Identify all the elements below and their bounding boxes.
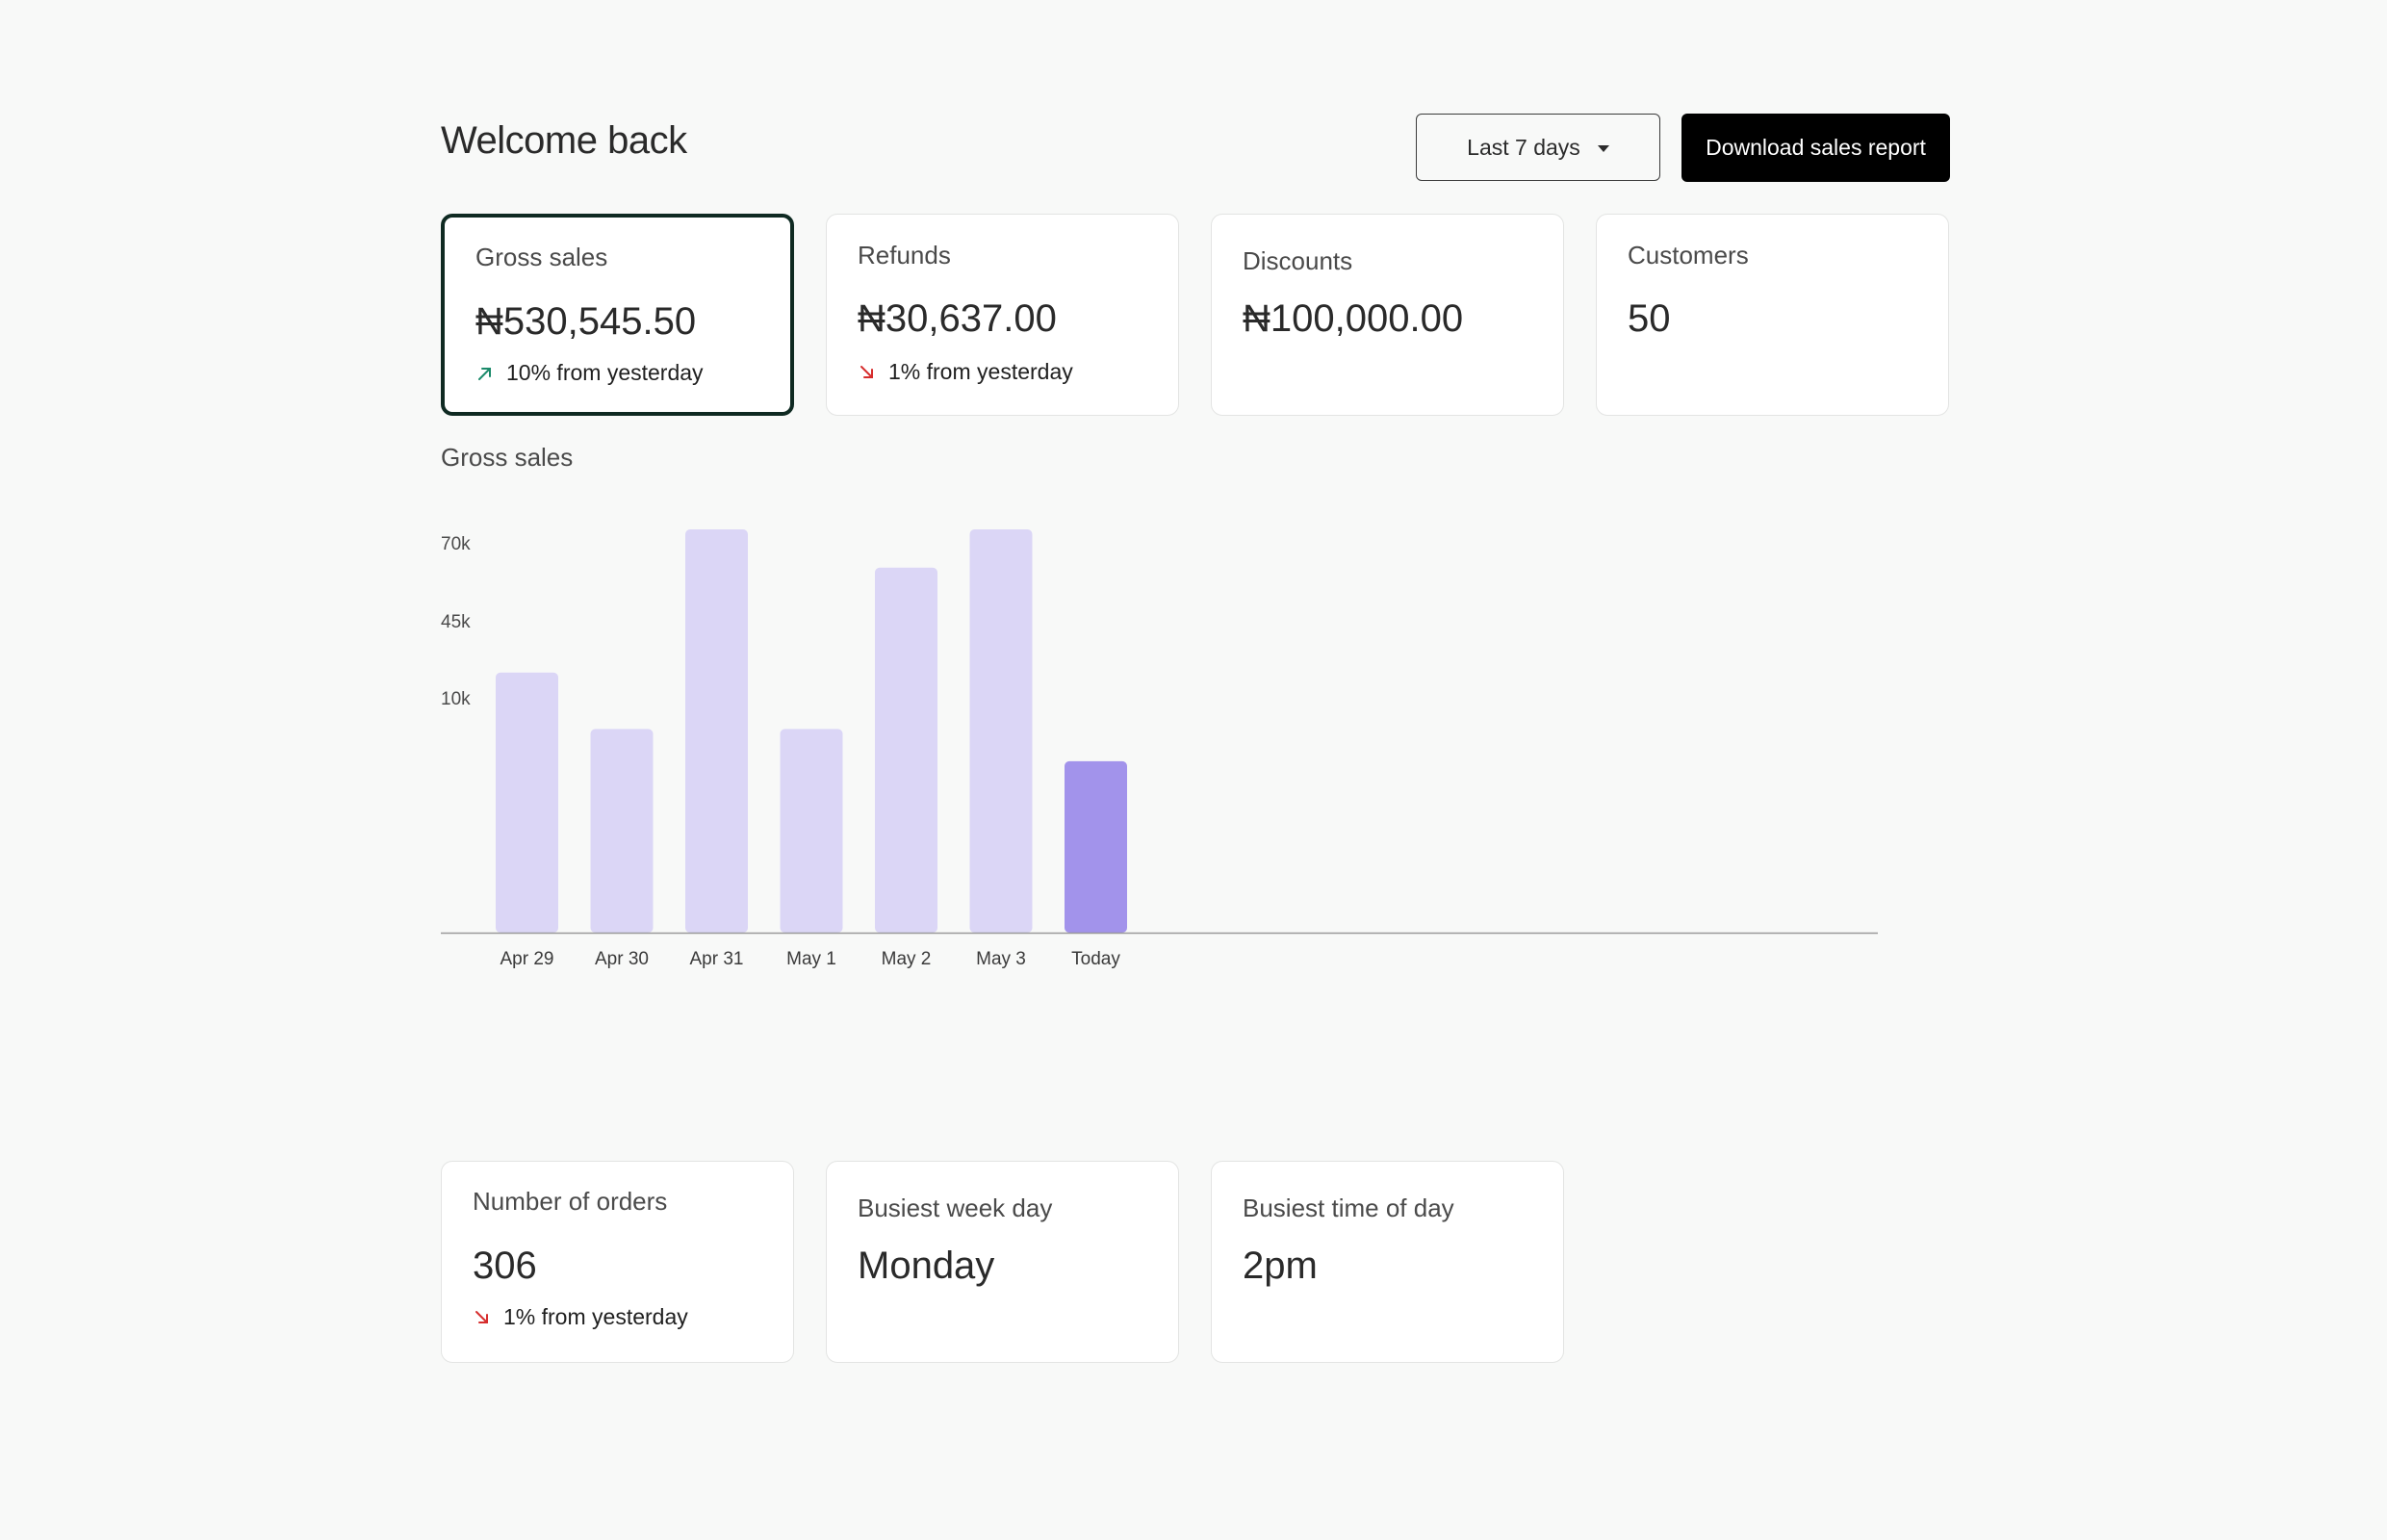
x-tick-label: Apr 29 <box>500 949 554 969</box>
stat-card-busiest-week-day[interactable]: Busiest week day Monday <box>826 1161 1179 1363</box>
stat-label: Number of orders <box>473 1187 668 1216</box>
page-title: Welcome back <box>441 119 687 162</box>
stat-card-discounts[interactable]: Discounts ₦100,000.00 <box>1211 214 1564 416</box>
stat-label: Busiest week day <box>858 1194 1053 1222</box>
chart-bar[interactable] <box>875 567 937 933</box>
arrow-up-right-icon <box>475 364 495 383</box>
y-tick-label: 10k <box>441 689 471 709</box>
stat-label: Gross sales <box>475 243 608 271</box>
stat-value: ₦100,000.00 <box>1243 297 1464 340</box>
stat-delta-text: 10% from yesterday <box>506 360 704 385</box>
stat-label: Discounts <box>1243 246 1353 275</box>
stat-delta: 1% from yesterday <box>473 1304 688 1330</box>
date-range-label: Last 7 days <box>1467 134 1580 160</box>
stat-card-customers[interactable]: Customers 50 <box>1596 214 1949 416</box>
chart-title: Gross sales <box>441 443 574 472</box>
stat-card-orders[interactable]: Number of orders 306 1% from yesterday <box>441 1161 794 1363</box>
stat-card-gross-sales[interactable]: Gross sales ₦530,545.50 10% from yesterd… <box>441 214 794 416</box>
stat-value: 306 <box>473 1245 537 1287</box>
chart-bar[interactable] <box>969 529 1033 933</box>
x-tick-label: May 3 <box>976 949 1026 969</box>
y-tick-label: 45k <box>441 612 471 632</box>
stat-delta: 10% from yesterday <box>475 360 704 386</box>
stat-value: 2pm <box>1243 1245 1318 1287</box>
x-tick-label: May 2 <box>882 949 932 969</box>
chart-bar[interactable] <box>1065 760 1127 933</box>
stat-label: Refunds <box>858 241 951 270</box>
x-tick-label: May 1 <box>786 949 836 969</box>
x-tick-label: Today <box>1071 949 1120 969</box>
chart-bar[interactable] <box>496 672 558 933</box>
stat-label: Customers <box>1628 241 1749 270</box>
chart-bar[interactable] <box>780 729 843 933</box>
download-report-button[interactable]: Download sales report <box>1681 114 1950 182</box>
gross-sales-chart: 70k 45k 10k Apr 29 Apr 30 Apr 31 May 1 May 2 May… <box>441 529 1878 969</box>
stat-card-refunds[interactable]: Refunds ₦30,637.00 1% from yesterday <box>826 214 1179 416</box>
arrow-down-right-icon <box>858 363 877 382</box>
stat-label: Busiest time of day <box>1243 1194 1454 1222</box>
y-tick-label: 70k <box>441 534 471 554</box>
chart-bar[interactable] <box>590 729 654 933</box>
stat-value: ₦30,637.00 <box>858 297 1057 340</box>
x-tick-label: Apr 30 <box>595 949 649 969</box>
stat-delta-text: 1% from yesterday <box>888 359 1073 384</box>
chevron-down-icon <box>1597 144 1609 152</box>
stat-card-busiest-time[interactable]: Busiest time of day 2pm <box>1211 1161 1564 1363</box>
dashboard: Welcome back Last 7 days Download sales … <box>0 0 2387 1540</box>
stat-value: Monday <box>858 1245 995 1287</box>
date-range-select[interactable]: Last 7 days <box>1416 114 1660 181</box>
arrow-down-right-icon <box>473 1308 492 1327</box>
stat-value: 50 <box>1628 297 1671 340</box>
stat-delta: 1% from yesterday <box>858 359 1073 385</box>
chart-bar[interactable] <box>685 529 748 933</box>
stat-delta-text: 1% from yesterday <box>503 1304 688 1329</box>
x-tick-label: Apr 31 <box>690 949 744 969</box>
stat-value: ₦530,545.50 <box>475 300 697 343</box>
